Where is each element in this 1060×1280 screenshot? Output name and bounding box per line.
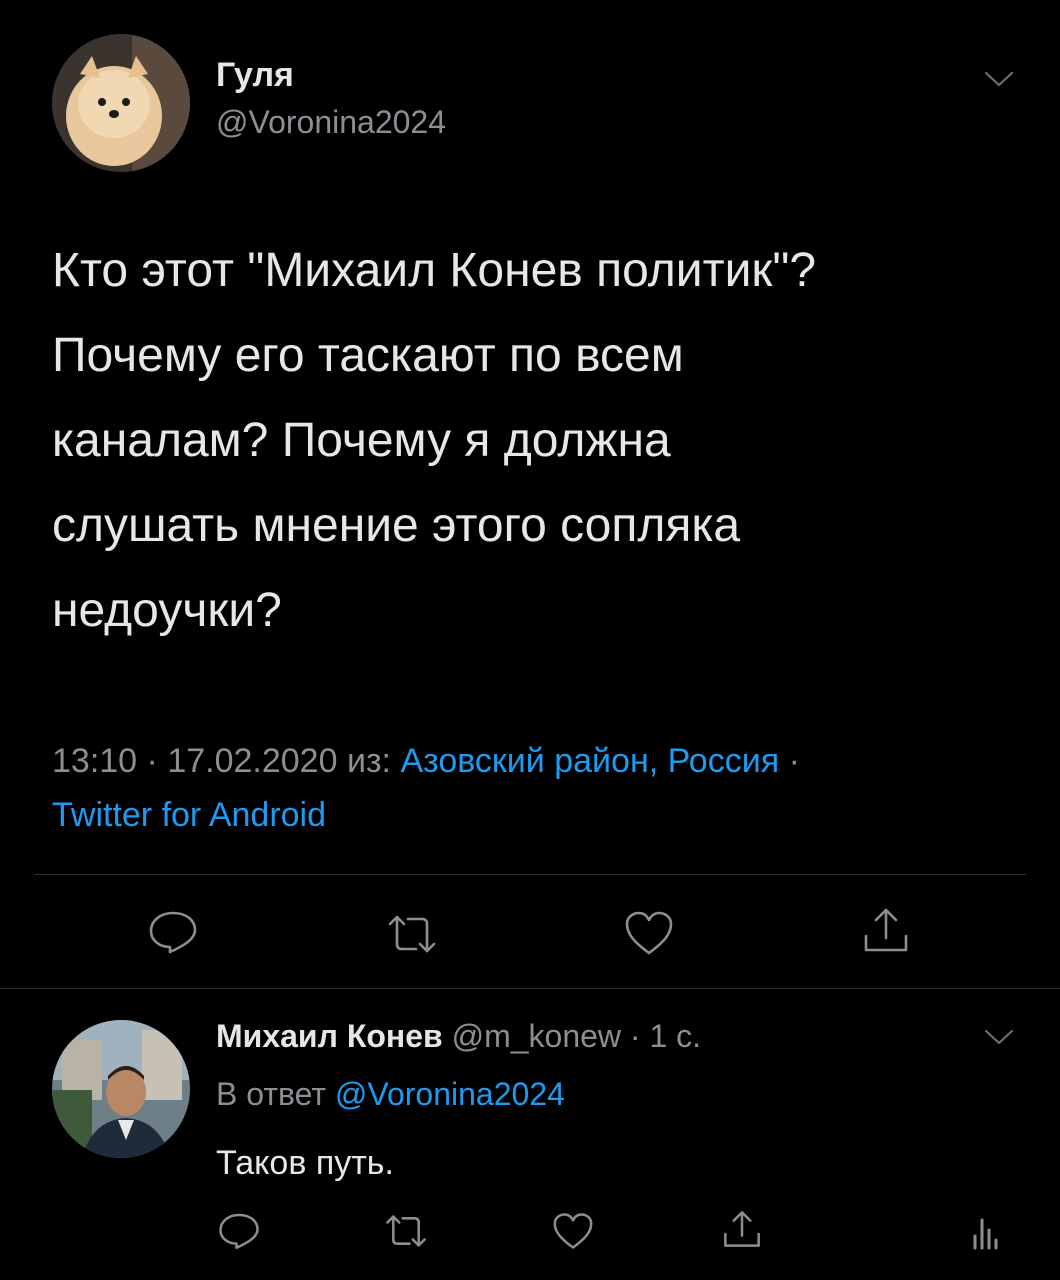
heart-icon[interactable]: [624, 910, 674, 956]
heart-icon[interactable]: [552, 1212, 594, 1250]
author-name[interactable]: Гуля: [216, 56, 294, 95]
tweet-text-line: слушать мнение этого сопляка: [52, 499, 741, 552]
tweet-text: Кто этот "Михаил Конев политик"? Почему …: [52, 228, 992, 653]
comment-icon[interactable]: [148, 910, 198, 954]
tweet-time[interactable]: 13:10: [52, 742, 137, 780]
share-icon[interactable]: [722, 1208, 762, 1250]
meta-separator: ·: [788, 742, 800, 780]
tweet-meta: 13:10 · 17.02.2020 из: Азовский район, Р…: [52, 742, 800, 781]
author-avatar[interactable]: [52, 34, 190, 172]
analytics-icon[interactable]: [970, 1210, 1000, 1250]
tweet-location-link[interactable]: Азовский район, Россия: [400, 742, 779, 780]
reply-header: Михаил Конев @m_konew · 1 с.: [216, 1018, 701, 1055]
meta-separator: ·: [146, 742, 158, 780]
tweet-date[interactable]: 17.02.2020: [167, 742, 337, 780]
reply-to-handle-link[interactable]: @Voronina2024: [335, 1076, 565, 1112]
retweet-icon[interactable]: [386, 914, 438, 954]
tweet-source-link[interactable]: Twitter for Android: [52, 796, 326, 835]
comment-icon[interactable]: [218, 1212, 260, 1250]
meta-separator: ·: [629, 1018, 641, 1054]
reply-to-label: В ответ: [216, 1076, 327, 1112]
reply-author-handle[interactable]: @m_konew: [452, 1018, 621, 1054]
author-handle[interactable]: @Voronina2024: [216, 104, 446, 141]
from-label: из:: [346, 742, 391, 780]
tweet-text-line: каналам? Почему я должна: [52, 414, 671, 467]
tweet-text-line: Кто этот "Михаил Конев политик"?: [52, 244, 817, 297]
reply-age[interactable]: 1 с.: [649, 1018, 701, 1054]
reply-author-avatar[interactable]: [52, 1020, 190, 1158]
tweet-text-line: Почему его таскают по всем: [52, 329, 684, 382]
share-icon[interactable]: [862, 906, 910, 954]
divider: [34, 874, 1026, 875]
chevron-down-icon[interactable]: [984, 1028, 1014, 1046]
tweet-text-line: недоучки?: [52, 584, 282, 637]
reply-text: Таков путь.: [216, 1144, 394, 1182]
retweet-icon[interactable]: [384, 1214, 428, 1248]
reply-to-line: В ответ @Voronina2024: [216, 1076, 565, 1113]
divider: [0, 988, 1060, 989]
chevron-down-icon[interactable]: [984, 70, 1014, 88]
reply-author-name[interactable]: Михаил Конев: [216, 1018, 443, 1054]
